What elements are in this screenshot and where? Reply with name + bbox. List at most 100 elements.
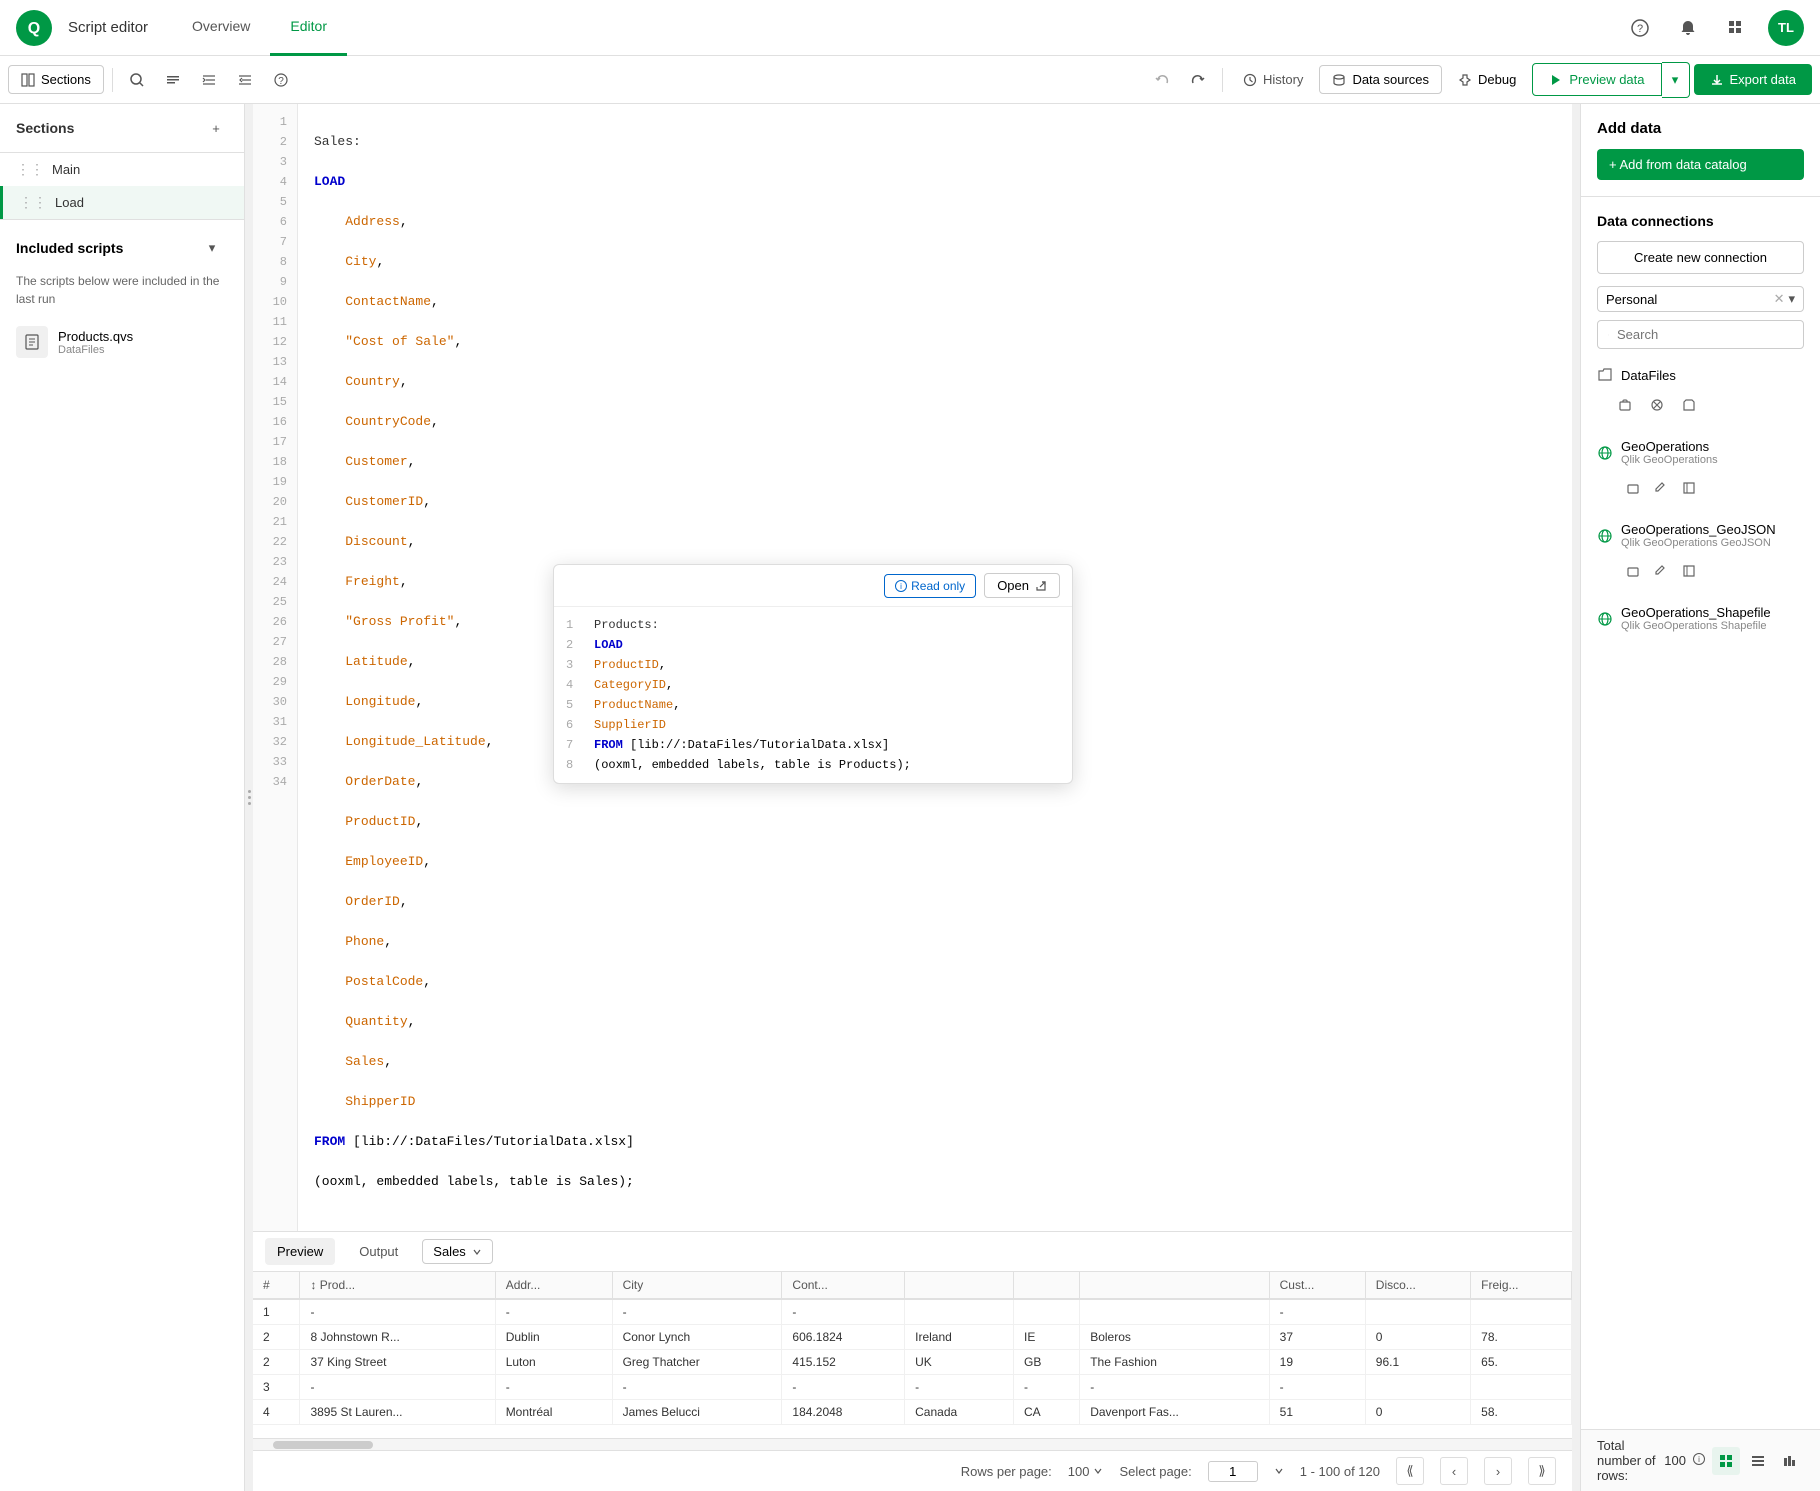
preview-tab[interactable]: Preview (265, 1238, 335, 1265)
history-button[interactable]: History (1231, 66, 1315, 93)
add-from-catalog-button[interactable]: + Add from data catalog (1597, 149, 1804, 180)
filter-expand-icon[interactable]: ▾ (1788, 291, 1795, 307)
conn-type-header-datafiles[interactable]: DataFiles (1597, 361, 1804, 389)
preview-data-label: Preview data (1569, 72, 1644, 87)
right-panel: Add data + Add from data catalog Data co… (1580, 104, 1820, 1491)
geojson-action-1[interactable] (1621, 559, 1645, 583)
editor-bar: Sections ? History Data sources Debug Pr… (0, 56, 1820, 104)
tab-overview[interactable]: Overview (172, 0, 270, 56)
help-icon-editor[interactable]: ? (265, 64, 297, 96)
first-page-button[interactable]: ⟪ (1396, 1457, 1424, 1485)
outdent-icon[interactable] (229, 64, 261, 96)
toolbar-sep-2 (1222, 68, 1223, 92)
col-header-c3[interactable] (1080, 1272, 1269, 1299)
grid-icon[interactable] (1720, 12, 1752, 44)
page-range: 1 - 100 of 120 (1300, 1464, 1380, 1479)
col-header-disc[interactable]: Disco... (1365, 1272, 1470, 1299)
preview-bar: Preview Output Sales (253, 1232, 1572, 1272)
next-page-button[interactable]: › (1484, 1457, 1512, 1485)
scroll-thumb[interactable] (273, 1441, 373, 1449)
table-selector[interactable]: Sales (422, 1239, 493, 1264)
svg-text:?: ? (1637, 23, 1643, 35)
preview-dropdown-button[interactable]: ▾ (1662, 62, 1690, 98)
add-section-button[interactable]: + (204, 116, 228, 140)
search-row (1597, 320, 1804, 349)
geojson-action-3[interactable] (1677, 559, 1701, 583)
table-name: Sales (433, 1244, 466, 1259)
geojson-actions (1597, 555, 1804, 587)
left-resizer[interactable] (245, 104, 253, 1491)
code-editor[interactable]: 123 456 789 101112 131415 161718 192021 … (253, 104, 1572, 1231)
geo-action-2[interactable] (1649, 476, 1673, 500)
included-scripts-collapse[interactable]: ▾ (196, 232, 228, 264)
rows-per-page-value: 100 (1068, 1464, 1090, 1479)
datafiles-action-3[interactable] (1677, 393, 1701, 417)
search-icon[interactable] (121, 64, 153, 96)
view-buttons (1712, 1447, 1804, 1475)
col-header-cont[interactable]: Cont... (782, 1272, 905, 1299)
geojson-action-2[interactable] (1649, 559, 1673, 583)
included-scripts-desc: The scripts below were included in the l… (16, 272, 228, 308)
data-table-wrap[interactable]: # ↕ Prod... Addr... City Cont... Cust...… (253, 1272, 1572, 1438)
geo-action-1[interactable] (1621, 476, 1645, 500)
last-page-button[interactable]: ⟫ (1528, 1457, 1556, 1485)
list-view-button[interactable] (1744, 1447, 1772, 1475)
sections-toggle-button[interactable]: Sections (8, 65, 104, 94)
sections-header: Sections + (0, 104, 244, 153)
total-rows-bar: Total number of rows: 100 i (1581, 1429, 1820, 1491)
col-header-freig[interactable]: Freig... (1471, 1272, 1572, 1299)
debug-button[interactable]: Debug (1446, 66, 1528, 93)
page-input[interactable] (1208, 1461, 1258, 1482)
create-connection-button[interactable]: Create new connection (1597, 241, 1804, 274)
redo-icon[interactable] (1182, 64, 1214, 96)
comment-icon[interactable] (157, 64, 189, 96)
filter-clear-icon[interactable]: ✕ (1774, 291, 1785, 307)
globe-icon-geo (1597, 445, 1613, 461)
conn-type-header-geo[interactable]: GeoOperations Qlik GeoOperations (1597, 433, 1804, 472)
undo-icon[interactable] (1146, 64, 1178, 96)
add-data-section: Add data + Add from data catalog (1581, 104, 1820, 197)
toolbar-sep-1 (112, 68, 113, 92)
horizontal-scrollbar[interactable] (253, 1438, 1572, 1450)
col-header-addr[interactable]: Addr... (495, 1272, 612, 1299)
indent-icon[interactable] (193, 64, 225, 96)
datafiles-action-1[interactable] (1613, 393, 1637, 417)
col-header-num: # (253, 1272, 300, 1299)
readonly-badge[interactable]: i Read only (884, 574, 976, 598)
col-header-city[interactable]: City (612, 1272, 782, 1299)
conn-type-header-geojson[interactable]: GeoOperations_GeoJSON Qlik GeoOperations… (1597, 516, 1804, 555)
col-header-c1[interactable] (905, 1272, 1014, 1299)
right-resizer[interactable] (1572, 104, 1580, 1491)
total-rows-count: 100 (1664, 1453, 1686, 1468)
section-item-main[interactable]: ⋮⋮ Main (0, 153, 244, 186)
total-rows-info-icon[interactable]: i (1692, 1452, 1706, 1469)
avatar[interactable]: TL (1768, 10, 1804, 46)
tab-editor[interactable]: Editor (270, 0, 347, 56)
section-item-load[interactable]: ⋮⋮ Load 🗑 (0, 186, 244, 219)
search-connections-input[interactable] (1617, 327, 1793, 342)
chart-view-button[interactable] (1776, 1447, 1804, 1475)
editor-section: 123 456 789 101112 131415 161718 192021 … (253, 104, 1572, 1231)
debug-label: Debug (1478, 72, 1516, 87)
datafiles-action-2[interactable] (1645, 393, 1669, 417)
grid-view-button[interactable] (1712, 1447, 1740, 1475)
data-sources-button[interactable]: Data sources (1319, 65, 1442, 94)
search-icon-right (1608, 328, 1609, 342)
export-data-button[interactable]: Export data (1694, 64, 1813, 95)
conn-type-header-shapefile[interactable]: GeoOperations_Shapefile Qlik GeoOperatio… (1597, 599, 1804, 638)
open-button[interactable]: Open (984, 573, 1060, 598)
geo-action-3[interactable] (1677, 476, 1701, 500)
readonly-label: Read only (911, 579, 965, 593)
preview-data-button[interactable]: Preview data (1532, 63, 1661, 96)
prev-page-button[interactable]: ‹ (1440, 1457, 1468, 1485)
col-header-c2[interactable] (1013, 1272, 1079, 1299)
col-header-cust[interactable]: Cust... (1269, 1272, 1365, 1299)
line-numbers: 123 456 789 101112 131415 161718 192021 … (253, 104, 298, 1231)
bell-icon[interactable] (1672, 12, 1704, 44)
popup-header: i Read only Open (554, 565, 1072, 607)
output-tab[interactable]: Output (347, 1238, 410, 1265)
help-icon[interactable]: ? (1624, 12, 1656, 44)
script-path: DataFiles (58, 344, 133, 356)
col-header-prod[interactable]: ↕ Prod... (300, 1272, 495, 1299)
geo-conn-name: GeoOperations (1621, 439, 1718, 454)
